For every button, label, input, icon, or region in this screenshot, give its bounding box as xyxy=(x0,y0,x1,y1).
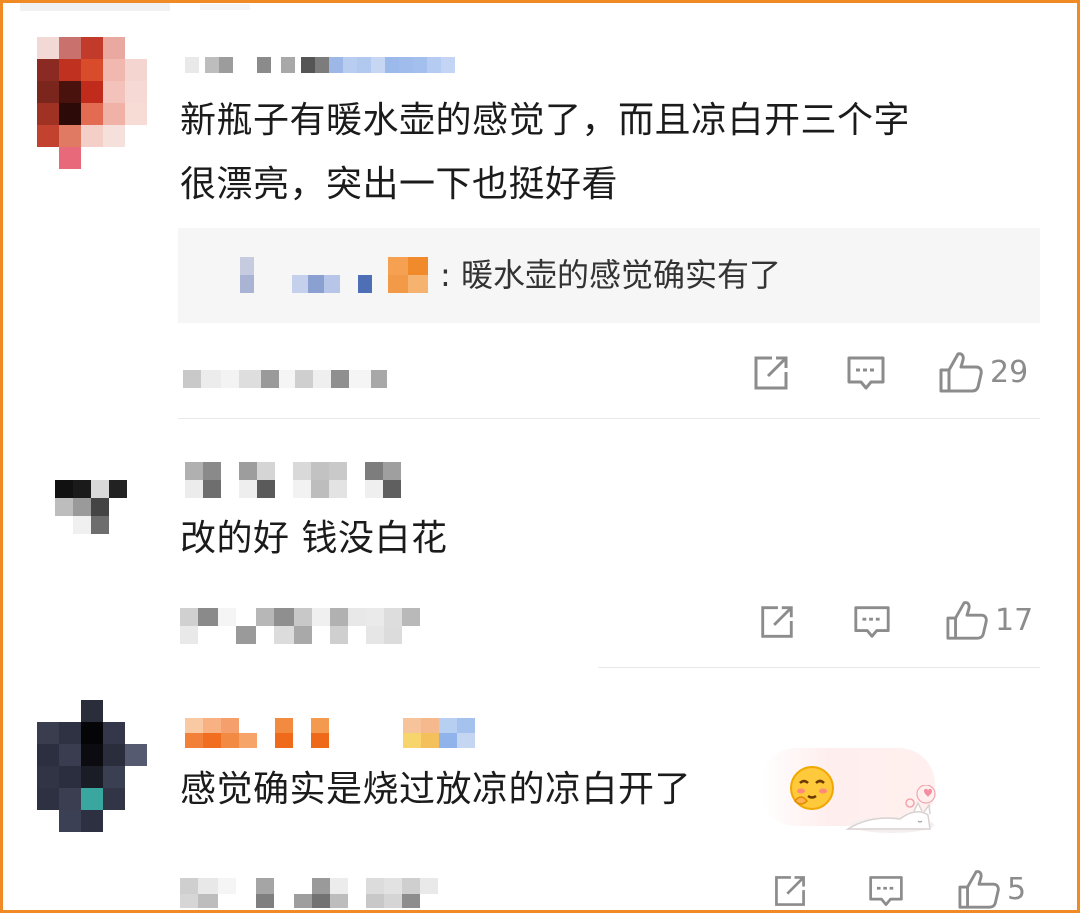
comment-text: 新瓶子有暖水壶的感觉了，而且凉白开三个字 xyxy=(180,100,911,141)
previous-comment-edge xyxy=(20,3,170,11)
like-count: 17 xyxy=(995,602,1034,638)
reply-button[interactable] xyxy=(852,602,892,642)
timestamp xyxy=(183,370,387,388)
avatar[interactable] xyxy=(37,37,147,169)
reply-text: : 暖水壶的感觉确实有了 xyxy=(440,256,781,294)
username[interactable] xyxy=(185,718,475,748)
reply-button[interactable] xyxy=(866,872,906,910)
username[interactable] xyxy=(185,57,455,73)
comment-divider xyxy=(598,667,1040,668)
comment-text: 改的好 钱没白花 xyxy=(180,518,448,559)
share-icon xyxy=(754,356,788,390)
comment-text: 感觉确实是烧过放凉的凉白开了 xyxy=(180,769,692,810)
reply-username[interactable] xyxy=(240,257,428,293)
comment-icon xyxy=(854,606,890,638)
blushing-face-emoji xyxy=(790,766,834,810)
share-button[interactable] xyxy=(757,602,797,642)
timestamp xyxy=(180,878,456,908)
comment-divider xyxy=(178,418,1040,419)
avatar[interactable] xyxy=(55,480,127,534)
username[interactable] xyxy=(185,462,401,498)
like-button[interactable]: 29 xyxy=(938,350,1028,394)
like-count: 29 xyxy=(990,354,1029,390)
timestamp xyxy=(180,608,456,644)
like-button[interactable]: 5 xyxy=(957,868,1026,910)
comment-icon xyxy=(869,876,903,906)
thumbs-up-icon xyxy=(958,870,1000,909)
sleeping-cat-sticker xyxy=(845,785,936,833)
like-button[interactable]: 17 xyxy=(945,599,1033,641)
like-count: 5 xyxy=(1007,871,1027,907)
thumbs-up-icon xyxy=(946,601,988,640)
thumbs-up-icon xyxy=(939,352,983,393)
share-icon xyxy=(775,876,805,906)
avatar[interactable] xyxy=(37,700,147,832)
comment-icon xyxy=(847,356,885,390)
share-button[interactable] xyxy=(750,352,792,394)
reply-button[interactable] xyxy=(845,352,887,394)
comment-text: 很漂亮，突出一下也挺好看 xyxy=(180,164,619,205)
share-button[interactable] xyxy=(770,872,810,910)
share-icon xyxy=(761,606,793,638)
previous-comment-edge xyxy=(200,4,250,10)
